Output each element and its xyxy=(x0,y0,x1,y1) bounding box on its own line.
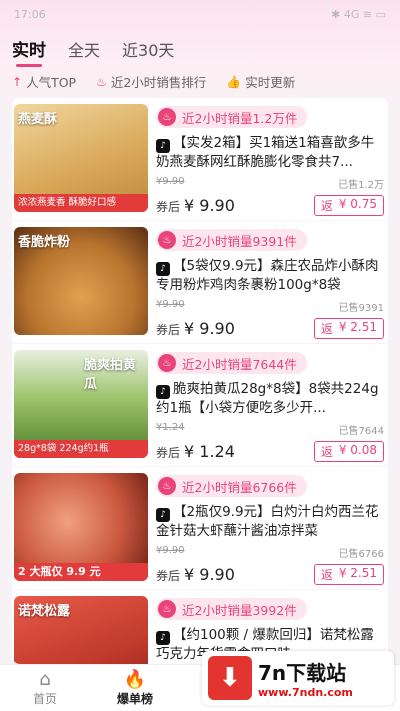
status-bar: 17:06 ✱ 4G ≋ ▭ xyxy=(0,0,400,28)
sales-count: 近2小时销量9391件 xyxy=(182,233,297,249)
rebate-button[interactable]: 返 ¥ 2.51 xyxy=(313,318,384,339)
fire-icon: ♨ xyxy=(158,354,176,372)
original-price: ¥9.90 xyxy=(156,545,185,556)
rebate-button[interactable]: 返 ¥ 0.75 xyxy=(313,195,384,216)
watermark-title: 7n下载站 xyxy=(258,661,347,685)
sales-badge: ♨ 近2小时销量7644件 xyxy=(156,352,307,374)
product-list[interactable]: 燕麦酥 浓浓燕麦香 酥脆好口感 ♨ 近2小时销量1.2万件 ♪ 【实发2箱】买1箱… xyxy=(12,98,388,664)
product-image-banner: 2 大瓶仅 9.9 元 xyxy=(14,563,148,581)
douyin-icon: ♪ xyxy=(156,508,170,522)
product-meta: ¥9.90 已售6766 xyxy=(156,545,384,560)
fire-icon: ♨ xyxy=(158,108,176,126)
product-info: ♨ 近2小时销量9391件 ♪ 【5袋仅9.9元】森庄农品炸小酥肉专用粉炸鸡肉条裹… xyxy=(156,227,384,339)
sold-count: 已售1.2万 xyxy=(338,180,384,191)
thumb-icon: 👍 xyxy=(226,74,242,89)
fire-icon: ♨ xyxy=(158,231,176,249)
sales-count: 近2小时销量1.2万件 xyxy=(182,110,298,126)
nav-home[interactable]: ⌂ 首页 xyxy=(0,668,90,707)
product-image-text: 诺梵松露 xyxy=(18,604,71,619)
flame-icon: 🔥 xyxy=(123,668,147,690)
product-image-banner: 浓浓燕麦香 酥脆好口感 xyxy=(14,194,148,212)
status-icons: ✱ 4G ≋ ▭ xyxy=(331,7,386,21)
realtime-update-text: 实时更新 xyxy=(245,75,296,90)
tab-30-days[interactable]: 近30天 xyxy=(122,37,174,61)
product-title[interactable]: ♪ 【2瓶仅9.9元】白灼汁白灼西兰花金针菇大虾蘸汁酱油凉拌菜 xyxy=(156,503,384,541)
ranking-info-bar: ↑ 人气TOP ♨ 近2小时销售排行 👍 实时更新 xyxy=(12,72,295,91)
product-image-banner: 28g*8袋 224g约1瓶 xyxy=(14,440,148,458)
sold-count: 已售7644 xyxy=(338,426,384,437)
sales-badge: ♨ 近2小时销量9391件 xyxy=(156,229,307,251)
douyin-icon: ♪ xyxy=(156,385,170,399)
original-price: ¥9.90 xyxy=(156,176,185,187)
product-card[interactable]: 脆爽拍黄瓜 28g*8袋 224g约1瓶 ♨ 近2小时销量7644件 ♪ 脆爽拍黄… xyxy=(12,344,388,467)
nav-hot-list-label: 爆单榜 xyxy=(116,691,153,706)
tab-all-day[interactable]: 全天 xyxy=(68,37,100,61)
nav-hot-list[interactable]: 🔥 爆单榜 xyxy=(90,668,180,707)
product-meta: ¥9.90 已售1.2万 xyxy=(156,176,384,191)
product-image[interactable]: 脆爽拍黄瓜 28g*8袋 224g约1瓶 xyxy=(14,350,148,458)
fire-icon: ♨ xyxy=(158,600,176,618)
douyin-icon: ♪ xyxy=(156,631,170,645)
price-row: 券后 ¥ 1.24 返 ¥ 0.08 xyxy=(156,441,384,462)
douyin-icon: ♪ xyxy=(156,262,170,276)
product-card[interactable]: 香脆炸粉 ♨ 近2小时销量9391件 ♪ 【5袋仅9.9元】森庄农品炸小酥肉专用粉… xyxy=(12,221,388,344)
up-arrow-icon: ↑ xyxy=(12,74,23,89)
popular-top-label: ↑ 人气TOP xyxy=(12,72,76,91)
product-meta: ¥9.90 已售9391 xyxy=(156,299,384,314)
product-image-text: 香脆炸粉 xyxy=(18,235,71,250)
watermark-url: www.7ndn.com xyxy=(258,686,353,699)
realtime-update-label: 👍 实时更新 xyxy=(226,72,295,91)
price-row: 券后 ¥ 9.90 返 ¥ 0.75 xyxy=(156,195,384,216)
product-info: ♨ 近2小时销量6766件 ♪ 【2瓶仅9.9元】白灼汁白灼西兰花金针菇大虾蘸汁酱… xyxy=(156,473,384,585)
sales-count: 近2小时销量3992件 xyxy=(182,602,297,618)
product-title[interactable]: ♪ 【实发2箱】买1箱送1箱喜歆多牛奶燕麦酥网红酥脆膨化零食共7... xyxy=(156,134,384,172)
sales-badge: ♨ 近2小时销量6766件 xyxy=(156,475,307,497)
fire-icon: ♨ xyxy=(96,74,107,89)
original-price: ¥9.90 xyxy=(156,299,185,310)
site-watermark: ⬇ 7n下载站 www.7ndn.com xyxy=(202,651,394,705)
price-row: 券后 ¥ 9.90 返 ¥ 2.51 xyxy=(156,318,384,339)
coupon-price: 券后 ¥ 1.24 xyxy=(156,442,235,461)
product-title[interactable]: ♪ 【5袋仅9.9元】森庄农品炸小酥肉专用粉炸鸡肉条裹粉100g*8袋 xyxy=(156,257,384,295)
product-title[interactable]: ♪ 脆爽拍黄瓜28g*8袋】8袋共224g约1瓶【小袋方便吃多少开... xyxy=(156,380,384,418)
product-image-text: 脆爽拍黄瓜 xyxy=(84,358,137,392)
product-meta: ¥1.24 已售7644 xyxy=(156,422,384,437)
product-image[interactable]: 燕麦酥 浓浓燕麦香 酥脆好口感 xyxy=(14,104,148,212)
product-info: ♨ 近2小时销量1.2万件 ♪ 【实发2箱】买1箱送1箱喜歆多牛奶燕麦酥网红酥脆膨… xyxy=(156,104,384,216)
sales-ranking-text: 近2小时销售排行 xyxy=(110,75,207,90)
rebate-button[interactable]: 返 ¥ 2.51 xyxy=(313,564,384,585)
watermark-text: 7n下载站 www.7ndn.com xyxy=(258,657,353,699)
rebate-button[interactable]: 返 ¥ 0.08 xyxy=(313,441,384,462)
product-card[interactable]: 2 大瓶仅 9.9 元 ♨ 近2小时销量6766件 ♪ 【2瓶仅9.9元】白灼汁白… xyxy=(12,467,388,590)
home-icon: ⌂ xyxy=(39,668,51,690)
sales-badge: ♨ 近2小时销量3992件 xyxy=(156,598,307,620)
coupon-price: 券后 ¥ 9.90 xyxy=(156,196,235,215)
price-row: 券后 ¥ 9.90 返 ¥ 2.51 xyxy=(156,564,384,585)
sold-count: 已售6766 xyxy=(338,549,384,560)
time-range-tabs: 实时 全天 近30天 xyxy=(12,36,174,67)
sold-count: 已售9391 xyxy=(338,303,384,314)
original-price: ¥1.24 xyxy=(156,422,185,433)
download-icon: ⬇ xyxy=(208,656,252,700)
product-image[interactable]: 诺梵松露 xyxy=(14,596,148,664)
product-image[interactable]: 香脆炸粉 xyxy=(14,227,148,335)
sales-count: 近2小时销量7644件 xyxy=(182,356,297,372)
sales-badge: ♨ 近2小时销量1.2万件 xyxy=(156,106,308,128)
product-image[interactable]: 2 大瓶仅 9.9 元 xyxy=(14,473,148,581)
tab-realtime[interactable]: 实时 xyxy=(12,36,46,67)
douyin-icon: ♪ xyxy=(156,139,170,153)
product-info: ♨ 近2小时销量7644件 ♪ 脆爽拍黄瓜28g*8袋】8袋共224g约1瓶【小袋… xyxy=(156,350,384,462)
coupon-price: 券后 ¥ 9.90 xyxy=(156,565,235,584)
coupon-price: 券后 ¥ 9.90 xyxy=(156,319,235,338)
product-image-text: 燕麦酥 xyxy=(18,112,58,127)
sales-ranking-label: ♨ 近2小时销售排行 xyxy=(96,72,206,91)
status-time: 17:06 xyxy=(14,7,46,21)
sales-count: 近2小时销量6766件 xyxy=(182,479,297,495)
product-card[interactable]: 燕麦酥 浓浓燕麦香 酥脆好口感 ♨ 近2小时销量1.2万件 ♪ 【实发2箱】买1箱… xyxy=(12,98,388,221)
nav-home-label: 首页 xyxy=(32,691,57,706)
fire-icon: ♨ xyxy=(158,477,176,495)
popular-top-text: 人气TOP xyxy=(26,75,77,90)
